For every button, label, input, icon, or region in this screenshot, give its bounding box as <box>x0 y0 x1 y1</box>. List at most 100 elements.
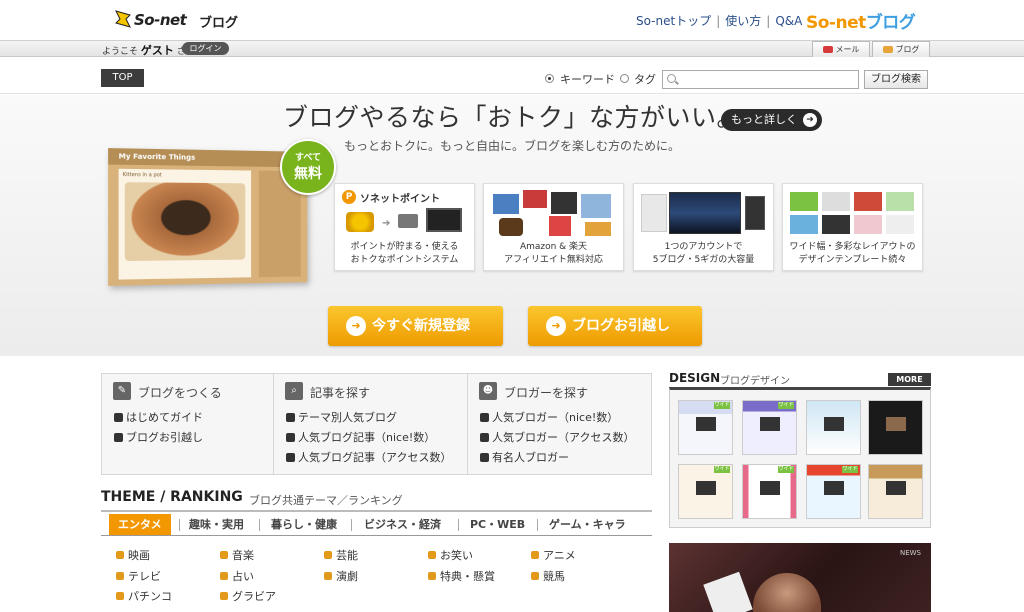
wide-tag: ワイド <box>714 402 730 409</box>
blog-search-button[interactable]: ブログ検索 <box>864 70 928 89</box>
design-thumbnail[interactable]: ワイド <box>678 400 733 455</box>
pencil-icon <box>882 46 893 53</box>
shirt-image <box>549 216 571 236</box>
thumbnail-image <box>760 417 780 431</box>
popular-nice-link[interactable]: 人気ブログ記事（nice!数） <box>286 429 435 445</box>
move-blog-link[interactable]: ブログお引越し <box>114 429 203 445</box>
tab-separator <box>259 519 260 531</box>
news-logo: NEWS <box>899 549 921 557</box>
category-comedy[interactable]: お笑い <box>428 547 473 563</box>
category-fortune[interactable]: 占い <box>220 568 254 584</box>
nav-qa[interactable]: Q&A <box>775 14 802 28</box>
tab-life[interactable]: 暮らし・健康 <box>271 516 337 532</box>
template-thumbnail <box>886 215 914 234</box>
brand-logo[interactable]: So-netブログ <box>806 8 916 33</box>
design-thumbnail[interactable]: ワイド <box>742 400 797 455</box>
pencil-icon: ✎ <box>113 382 131 400</box>
category-theater[interactable]: 演劇 <box>324 568 358 584</box>
blog-tab[interactable]: ブログ <box>872 41 930 57</box>
register-button-label: 今すぐ新規登録 <box>372 318 470 334</box>
tab-separator <box>537 519 538 531</box>
nav-separator: | <box>716 14 721 28</box>
so-net-logo-icon[interactable] <box>114 9 132 29</box>
category-anime[interactable]: アニメ <box>531 547 576 563</box>
template-thumbnail <box>854 192 882 211</box>
theme-popular-link[interactable]: テーマ別人気ブログ <box>286 409 397 425</box>
person-icon: ☻ <box>479 382 497 400</box>
blog-preview-post: Kittens in a pot <box>118 168 252 280</box>
blog-preview-image: My Favorite Things Kittens in a pot <box>108 148 308 286</box>
feature-card-points[interactable]: P ソネットポイント ➔ ポイントが貯まる・使える おトクなポイントシステム <box>334 183 475 271</box>
blog-move-button[interactable]: ➜ ブログお引越し <box>528 306 702 346</box>
find-articles-column: ⌕ 記事を探す テーマ別人気ブログ 人気ブログ記事（nice!数） 人気ブログ記… <box>273 374 466 474</box>
wide-tag: ワイド <box>778 466 794 473</box>
category-pachinko[interactable]: パチンコ <box>116 588 172 604</box>
feature-card-affiliate[interactable]: Amazon & 楽天 アフィリエイト無料対応 <box>483 183 624 271</box>
design-thumbnail[interactable] <box>868 464 923 519</box>
popular-access-link[interactable]: 人気ブログ記事（アクセス数） <box>286 449 451 465</box>
search-input[interactable] <box>662 70 859 89</box>
category-entertainment[interactable]: 芸能 <box>324 547 358 563</box>
tv-icon <box>426 208 462 232</box>
mail-icon <box>822 46 833 53</box>
hero-title: ブログやるなら「おトク」な方がいい。 <box>283 103 743 132</box>
design-thumbnail[interactable]: ワイド <box>742 464 797 519</box>
news-video-thumbnail[interactable]: NEWS <box>669 543 931 612</box>
template-thumbnail <box>822 192 850 211</box>
tab-game[interactable]: ゲーム・キャラ <box>549 516 626 532</box>
feature-card-capacity[interactable]: 1つのアカウントで 5ブログ・5ギガの大容量 <box>633 183 774 271</box>
tab-business[interactable]: ビジネス・経済 <box>364 516 441 532</box>
register-button[interactable]: ➜ 今すぐ新規登録 <box>328 306 503 346</box>
design-thumbnail[interactable]: ワイド <box>678 464 733 519</box>
design-thumbnail[interactable]: ワイド <box>806 464 861 519</box>
category-horse-racing[interactable]: 競馬 <box>531 568 565 584</box>
capacity-card-line1: 1つのアカウントで <box>664 242 743 252</box>
guide-link[interactable]: はじめてガイド <box>114 409 203 425</box>
nav-sonet-top[interactable]: So-netトップ <box>636 14 711 28</box>
blogger-access-link[interactable]: 人気ブロガー（アクセス数） <box>480 429 634 445</box>
templates-illustration <box>788 188 917 237</box>
arrow-right-icon: ➜ <box>546 316 566 336</box>
points-logo: ソネットポイント <box>360 194 440 205</box>
keyword-radio-label[interactable]: キーワード <box>560 71 615 87</box>
nav-usage[interactable]: 使い方 <box>725 14 761 28</box>
keyword-radio[interactable] <box>545 74 554 83</box>
wide-tag: ワイド <box>778 402 794 409</box>
category-music[interactable]: 音楽 <box>220 547 254 563</box>
logo-subtitle[interactable]: ブログ <box>199 12 238 31</box>
night-photo <box>669 192 741 234</box>
free-badge: すべて 無料 <box>280 139 336 195</box>
category-prizes[interactable]: 特典・懸賞 <box>428 568 495 584</box>
tab-hobby[interactable]: 趣味・実用 <box>189 516 244 532</box>
find-bloggers-column: ☻ ブロガーを探す 人気ブロガー（nice!数） 人気ブロガー（アクセス数） 有… <box>467 374 653 474</box>
wide-tag: ワイド <box>714 466 730 473</box>
blog-preview-post-title: Kittens in a pot <box>122 171 162 179</box>
tab-entertainment[interactable]: エンタメ <box>109 514 171 535</box>
welcome-text: ようこそ ゲスト さん <box>102 42 195 58</box>
feature-card-templates[interactable]: ワイド幅・多彩なレイアウトの デザインテンプレート続々 <box>782 183 923 271</box>
celebrity-blogger-link[interactable]: 有名人ブロガー <box>480 449 569 465</box>
login-button[interactable]: ログイン <box>182 42 229 55</box>
free-badge-small: すべて <box>294 153 321 163</box>
design-thumbnail[interactable] <box>868 400 923 455</box>
top-nav: So-netトップ | 使い方 | Q&A <box>636 12 802 29</box>
category-movie[interactable]: 映画 <box>116 547 150 563</box>
design-thumbnail[interactable] <box>806 400 861 455</box>
nav-separator: | <box>766 14 771 28</box>
more-details-button[interactable]: もっと詳しく ➜ <box>721 109 822 131</box>
blogger-nice-link[interactable]: 人気ブロガー（nice!数） <box>480 409 618 425</box>
tag-radio-label[interactable]: タグ <box>634 71 656 87</box>
tag-radio[interactable] <box>620 74 629 83</box>
logo-text[interactable]: So-net <box>134 11 187 29</box>
mail-tab[interactable]: メール <box>812 41 870 57</box>
category-tv[interactable]: テレビ <box>116 568 161 584</box>
design-more-button[interactable]: MORE <box>888 373 931 386</box>
category-gravure[interactable]: グラビア <box>220 588 276 604</box>
capacity-card-line2: 5ブログ・5ギガの大容量 <box>652 255 755 265</box>
tab-pc-web[interactable]: PC・WEB <box>470 516 525 532</box>
blog-move-button-label: ブログお引越し <box>572 318 670 334</box>
top-button[interactable]: TOP <box>101 69 144 87</box>
thumbnail-image <box>886 417 906 431</box>
create-blog-heading: ブログをつくる <box>138 386 222 400</box>
template-thumbnail <box>790 215 818 234</box>
